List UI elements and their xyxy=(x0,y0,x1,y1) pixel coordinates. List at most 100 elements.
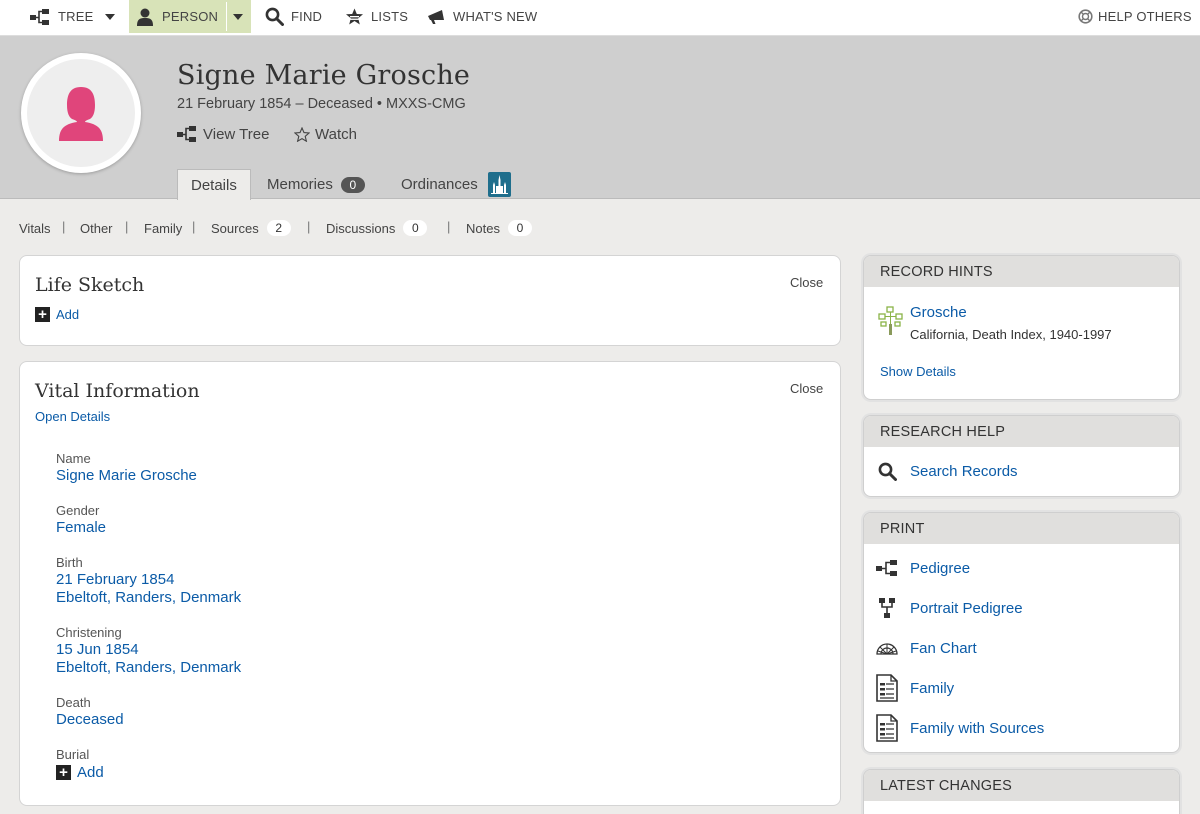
vital-information-title: Vital Information xyxy=(35,380,200,402)
memories-count-badge: 0 xyxy=(340,176,365,193)
life-sketch-add-label: Add xyxy=(56,307,80,322)
subnav-family-label: Family xyxy=(144,220,183,236)
nav-tree[interactable]: TREE xyxy=(30,0,93,33)
life-sketch-title: Life Sketch xyxy=(35,274,145,296)
print-panel: PRINT Pedigree Portrait Pedigree Fan Cha… xyxy=(863,512,1180,753)
divider xyxy=(226,2,227,31)
tab-details[interactable]: Details xyxy=(177,169,251,200)
search-icon xyxy=(265,7,284,26)
subnav-vitals[interactable]: Vitals xyxy=(19,219,51,237)
notes-count-badge: 0 xyxy=(507,220,532,236)
person-name: Signe Marie Grosche xyxy=(177,60,471,91)
vital-information-close-button[interactable]: Close xyxy=(790,381,823,396)
print-family-with-sources-link[interactable]: Family with Sources xyxy=(864,714,1045,742)
subnav-vitals-label: Vitals xyxy=(19,220,51,236)
nav-person[interactable]: PERSON xyxy=(137,0,218,33)
print-fan-chart-label: Fan Chart xyxy=(910,639,977,657)
print-portrait-pedigree-link[interactable]: Portrait Pedigree xyxy=(864,596,1023,620)
subnav-discussions[interactable]: Discussions 0 xyxy=(326,219,428,237)
nav-tree-label: TREE xyxy=(58,9,94,24)
avatar xyxy=(21,53,141,173)
burial-add-label: Add xyxy=(77,764,104,781)
record-hints-panel: RECORD HINTS Grosche California, Death I… xyxy=(863,255,1180,400)
tab-ordinances-label: Ordinances xyxy=(401,176,478,193)
gender-value[interactable]: Female xyxy=(56,519,106,536)
death-value[interactable]: Deceased xyxy=(56,711,124,728)
subnav-discussions-label: Discussions xyxy=(326,220,396,236)
subnav-sources[interactable]: Sources 2 xyxy=(211,219,291,237)
subnav-sources-label: Sources xyxy=(211,220,259,236)
pedigree-icon xyxy=(876,560,897,576)
portrait-pedigree-icon xyxy=(879,598,895,618)
subnav-other-label: Other xyxy=(80,220,113,236)
search-records-link[interactable]: Search Records xyxy=(864,459,1018,483)
latest-changes-panel: LATEST CHANGES xyxy=(863,769,1180,814)
tab-ordinances[interactable]: Ordinances xyxy=(401,169,511,200)
fan-chart-icon xyxy=(876,643,898,655)
record-hint-source: California, Death Index, 1940-1997 xyxy=(910,327,1112,342)
female-silhouette-icon xyxy=(59,87,103,141)
birth-place[interactable]: Ebeltoft, Randers, Denmark xyxy=(56,589,241,606)
life-sketch-close-button[interactable]: Close xyxy=(790,275,823,290)
show-details-link[interactable]: Show Details xyxy=(880,364,956,379)
nav-find-label: FIND xyxy=(291,9,323,24)
star-outline-icon xyxy=(294,126,310,142)
tab-details-label: Details xyxy=(191,176,237,194)
person-icon xyxy=(137,8,153,26)
burial-label: Burial xyxy=(56,747,90,762)
open-details-link[interactable]: Open Details xyxy=(35,409,110,424)
subnav-notes[interactable]: Notes 0 xyxy=(466,219,532,237)
document-icon xyxy=(876,674,898,702)
record-hint-name[interactable]: Grosche xyxy=(910,304,967,321)
print-title: PRINT xyxy=(864,513,1179,544)
christening-place[interactable]: Ebeltoft, Randers, Denmark xyxy=(56,659,241,676)
print-pedigree-label: Pedigree xyxy=(910,559,971,577)
chevron-down-icon xyxy=(233,13,243,20)
print-family-label: Family xyxy=(910,679,955,697)
nav-help-others[interactable]: HELP OTHERS xyxy=(1078,0,1192,33)
nav-find[interactable]: FIND xyxy=(265,0,322,33)
tree-icon xyxy=(30,8,49,25)
christening-date[interactable]: 15 Jun 1854 xyxy=(56,641,139,658)
print-portrait-pedigree-label: Portrait Pedigree xyxy=(910,599,1023,617)
family-tree-hint-icon xyxy=(878,306,904,341)
plus-icon: + xyxy=(56,765,71,780)
subnav-separator: | xyxy=(62,219,66,234)
subnav-other[interactable]: Other xyxy=(80,219,113,237)
burial-add-button[interactable]: + Add xyxy=(56,764,104,781)
print-family-link[interactable]: Family xyxy=(864,674,955,702)
sources-count-badge: 2 xyxy=(266,220,291,236)
tree-menu-caret[interactable] xyxy=(100,0,120,33)
print-pedigree-link[interactable]: Pedigree xyxy=(864,556,970,580)
view-tree-link[interactable]: View Tree xyxy=(177,124,269,144)
search-icon xyxy=(878,462,897,481)
research-help-title: RESEARCH HELP xyxy=(864,416,1179,447)
nav-lists[interactable]: LISTS xyxy=(345,0,408,33)
subnav-family[interactable]: Family xyxy=(144,219,182,237)
subnav-separator: | xyxy=(307,219,311,234)
print-family-with-sources-label: Family with Sources xyxy=(910,719,1045,737)
watch-link[interactable]: Watch xyxy=(294,124,357,144)
life-sketch-card: Life Sketch Close + Add xyxy=(19,255,841,346)
megaphone-icon xyxy=(428,9,444,24)
nav-lists-label: LISTS xyxy=(371,9,409,24)
death-label: Death xyxy=(56,695,91,710)
subnav-notes-label: Notes xyxy=(466,220,500,236)
nav-whats-new[interactable]: WHAT'S NEW xyxy=(427,0,537,33)
top-navigation: TREE PERSON FIND LISTS WHAT'S NEW HELP O… xyxy=(0,0,1200,36)
nav-whats-new-label: WHAT'S NEW xyxy=(453,9,538,24)
record-hints-title: RECORD HINTS xyxy=(864,256,1179,287)
person-menu-caret[interactable] xyxy=(228,0,248,33)
document-icon xyxy=(876,714,898,742)
temple-icon xyxy=(487,172,511,197)
subnav-separator: | xyxy=(192,219,196,234)
avatar-inner xyxy=(27,59,135,167)
birth-date[interactable]: 21 February 1854 xyxy=(56,571,174,588)
name-value[interactable]: Signe Marie Grosche xyxy=(56,467,197,484)
discussions-count-badge: 0 xyxy=(403,220,428,236)
christening-label: Christening xyxy=(56,625,122,640)
tab-memories[interactable]: Memories 0 xyxy=(267,169,365,200)
life-sketch-add-button[interactable]: + Add xyxy=(35,307,79,322)
print-fan-chart-link[interactable]: Fan Chart xyxy=(864,636,977,660)
name-label: Name xyxy=(56,451,91,466)
